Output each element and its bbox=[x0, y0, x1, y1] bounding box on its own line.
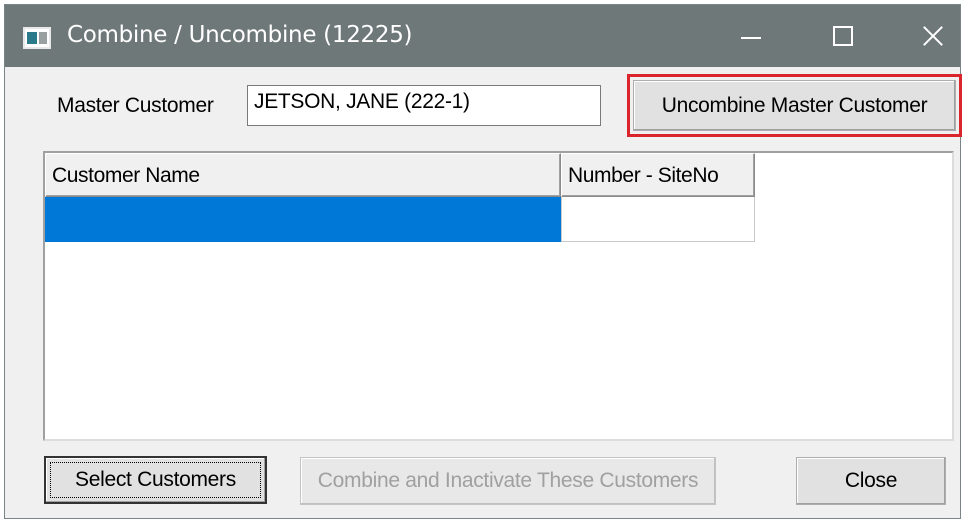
maximize-icon bbox=[833, 26, 853, 46]
close-icon bbox=[922, 25, 944, 47]
master-customer-field[interactable]: JETSON, JANE (222-1) bbox=[247, 85, 601, 126]
master-customer-label: Master Customer bbox=[57, 94, 214, 117]
uncombine-master-customer-button[interactable]: Uncombine Master Customer bbox=[633, 80, 956, 131]
combine-uncombine-window: Combine / Uncombine (12225) Master Custo… bbox=[4, 4, 962, 519]
combine-inactivate-button: Combine and Inactivate These Customers bbox=[300, 457, 716, 505]
column-header-customer-name[interactable]: Customer Name bbox=[45, 153, 561, 197]
minimize-icon bbox=[741, 37, 761, 39]
title-bar[interactable]: Combine / Uncombine (12225) bbox=[5, 5, 960, 67]
window-title: Combine / Uncombine (12225) bbox=[67, 22, 413, 48]
window-close-button[interactable] bbox=[887, 5, 965, 67]
maximize-button[interactable] bbox=[797, 5, 889, 67]
minimize-button[interactable] bbox=[705, 5, 797, 67]
table-row-number-cell[interactable] bbox=[561, 197, 755, 242]
close-button[interactable]: Close bbox=[796, 457, 946, 505]
table-row-customer-name-cell[interactable] bbox=[45, 197, 561, 242]
customer-grid[interactable]: Customer Name Number - SiteNo bbox=[43, 151, 954, 441]
select-customers-button[interactable]: Select Customers bbox=[44, 456, 267, 504]
column-header-number-siteno[interactable]: Number - SiteNo bbox=[561, 153, 755, 197]
app-icon bbox=[23, 27, 51, 49]
select-customers-label: Select Customers bbox=[75, 468, 236, 491]
